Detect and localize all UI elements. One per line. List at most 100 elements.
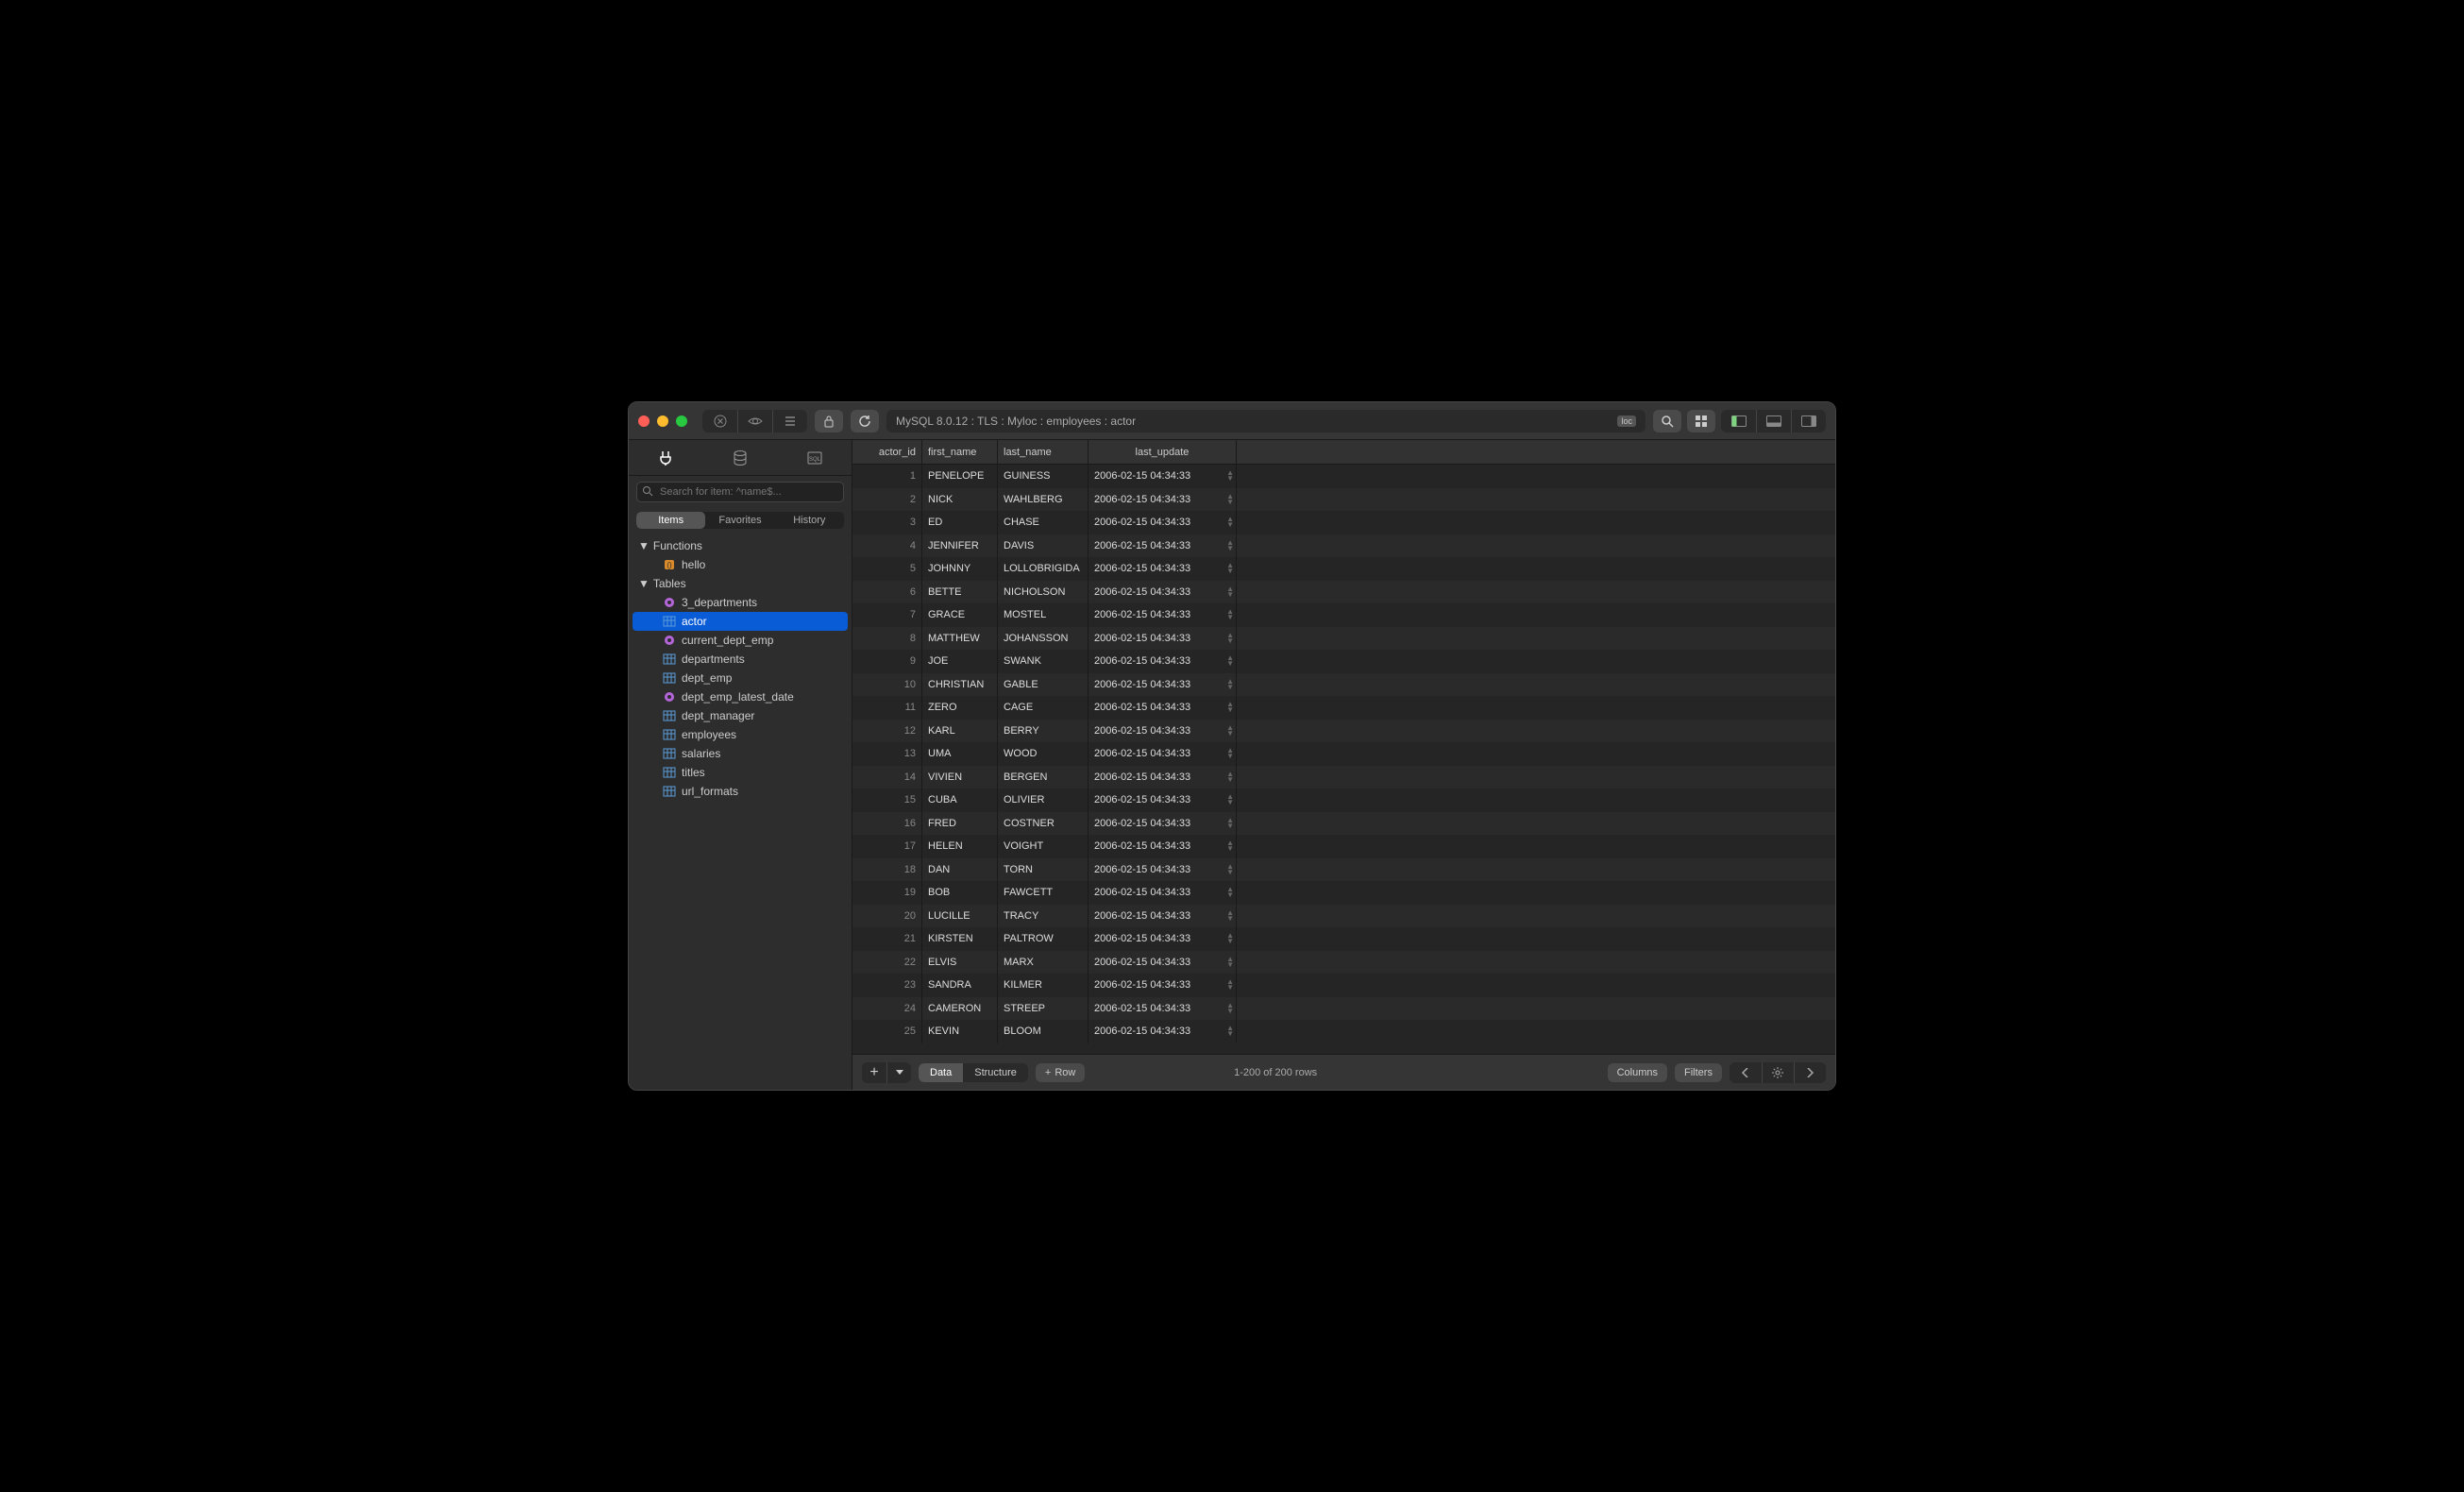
table-row[interactable]: 16FREDCOSTNER2006-02-15 04:34:33▲▼	[852, 812, 1835, 836]
table-row[interactable]: 5JOHNNYLOLLOBRIGIDA2006-02-15 04:34:33▲▼	[852, 557, 1835, 581]
cell-first-name[interactable]: KIRSTEN	[922, 927, 998, 951]
table-row[interactable]: 23SANDRAKILMER2006-02-15 04:34:33▲▼	[852, 974, 1835, 997]
stepper-icon[interactable]: ▲▼	[1226, 725, 1234, 737]
cell-last-update[interactable]: 2006-02-15 04:34:33▲▼	[1089, 650, 1237, 673]
filters-button[interactable]: Filters	[1675, 1063, 1722, 1082]
cell-first-name[interactable]: HELEN	[922, 835, 998, 858]
cell-last-name[interactable]: MOSTEL	[998, 603, 1089, 627]
cell-last-update[interactable]: 2006-02-15 04:34:33▲▼	[1089, 465, 1237, 488]
add-button[interactable]: +	[862, 1062, 886, 1083]
cell-last-update[interactable]: 2006-02-15 04:34:33▲▼	[1089, 858, 1237, 882]
cell-id[interactable]: 21	[852, 927, 922, 951]
stepper-icon[interactable]: ▲▼	[1226, 494, 1234, 505]
cell-last-name[interactable]: BERRY	[998, 720, 1089, 743]
stepper-icon[interactable]: ▲▼	[1226, 933, 1234, 944]
tree-item-url_formats[interactable]: url_formats	[633, 782, 848, 801]
refresh-button[interactable]	[851, 410, 879, 432]
cell-id[interactable]: 15	[852, 788, 922, 812]
cell-last-update[interactable]: 2006-02-15 04:34:33▲▼	[1089, 627, 1237, 651]
panel-bottom-button[interactable]	[1756, 410, 1791, 432]
tree-item-actor[interactable]: actor	[633, 612, 848, 631]
cell-id[interactable]: 22	[852, 951, 922, 975]
stepper-icon[interactable]: ▲▼	[1226, 771, 1234, 783]
tree-item-titles[interactable]: titles	[633, 763, 848, 782]
table-row[interactable]: 12KARLBERRY2006-02-15 04:34:33▲▼	[852, 720, 1835, 743]
cell-id[interactable]: 14	[852, 766, 922, 789]
cell-last-name[interactable]: VOIGHT	[998, 835, 1089, 858]
table-row[interactable]: 3EDCHASE2006-02-15 04:34:33▲▼	[852, 511, 1835, 534]
cell-last-name[interactable]: NICHOLSON	[998, 581, 1089, 604]
cell-last-name[interactable]: DAVIS	[998, 534, 1089, 558]
cell-last-update[interactable]: 2006-02-15 04:34:33▲▼	[1089, 603, 1237, 627]
cell-id[interactable]: 19	[852, 881, 922, 905]
cell-last-update[interactable]: 2006-02-15 04:34:33▲▼	[1089, 534, 1237, 558]
cell-last-name[interactable]: STREEP	[998, 997, 1089, 1021]
grid-button[interactable]	[1687, 410, 1715, 432]
cell-first-name[interactable]: BOB	[922, 881, 998, 905]
tree-item-dept_emp_latest_date[interactable]: dept_emp_latest_date	[633, 687, 848, 706]
list-button[interactable]	[772, 410, 807, 432]
cell-last-name[interactable]: WOOD	[998, 742, 1089, 766]
cell-last-update[interactable]: 2006-02-15 04:34:33▲▼	[1089, 812, 1237, 836]
cell-last-name[interactable]: BLOOM	[998, 1020, 1089, 1043]
tree-item-salaries[interactable]: salaries	[633, 744, 848, 763]
cell-first-name[interactable]: CUBA	[922, 788, 998, 812]
tree-item-dept_emp[interactable]: dept_emp	[633, 669, 848, 687]
cell-first-name[interactable]: PENELOPE	[922, 465, 998, 488]
stepper-icon[interactable]: ▲▼	[1226, 887, 1234, 898]
cell-last-update[interactable]: 2006-02-15 04:34:33▲▼	[1089, 742, 1237, 766]
cell-id[interactable]: 23	[852, 974, 922, 997]
cell-last-name[interactable]: PALTROW	[998, 927, 1089, 951]
stepper-icon[interactable]: ▲▼	[1226, 679, 1234, 690]
cell-last-update[interactable]: 2006-02-15 04:34:33▲▼	[1089, 720, 1237, 743]
table-row[interactable]: 8MATTHEWJOHANSSON2006-02-15 04:34:33▲▼	[852, 627, 1835, 651]
search-input[interactable]	[636, 482, 844, 502]
cell-last-update[interactable]: 2006-02-15 04:34:33▲▼	[1089, 881, 1237, 905]
cell-last-update[interactable]: 2006-02-15 04:34:33▲▼	[1089, 581, 1237, 604]
cell-last-name[interactable]: MARX	[998, 951, 1089, 975]
cell-last-name[interactable]: BERGEN	[998, 766, 1089, 789]
cell-id[interactable]: 16	[852, 812, 922, 836]
cell-last-name[interactable]: KILMER	[998, 974, 1089, 997]
cell-first-name[interactable]: ED	[922, 511, 998, 534]
panel-right-button[interactable]	[1791, 410, 1826, 432]
cell-id[interactable]: 13	[852, 742, 922, 766]
cell-first-name[interactable]: UMA	[922, 742, 998, 766]
cell-id[interactable]: 6	[852, 581, 922, 604]
table-row[interactable]: 21KIRSTENPALTROW2006-02-15 04:34:33▲▼	[852, 927, 1835, 951]
cell-last-update[interactable]: 2006-02-15 04:34:33▲▼	[1089, 673, 1237, 697]
cell-first-name[interactable]: KEVIN	[922, 1020, 998, 1043]
cell-last-update[interactable]: 2006-02-15 04:34:33▲▼	[1089, 1020, 1237, 1043]
stepper-icon[interactable]: ▲▼	[1226, 540, 1234, 551]
stepper-icon[interactable]: ▲▼	[1226, 818, 1234, 829]
cell-first-name[interactable]: SANDRA	[922, 974, 998, 997]
stepper-icon[interactable]: ▲▼	[1226, 586, 1234, 598]
cell-first-name[interactable]: GRACE	[922, 603, 998, 627]
stepper-icon[interactable]: ▲▼	[1226, 470, 1234, 482]
cell-last-name[interactable]: WAHLBERG	[998, 488, 1089, 512]
cell-last-update[interactable]: 2006-02-15 04:34:33▲▼	[1089, 766, 1237, 789]
table-row[interactable]: 18DANTORN2006-02-15 04:34:33▲▼	[852, 858, 1835, 882]
cell-first-name[interactable]: DAN	[922, 858, 998, 882]
tab-sql-icon[interactable]: SQL	[806, 449, 823, 466]
filter-favorites[interactable]: Favorites	[705, 512, 774, 529]
columns-button[interactable]: Columns	[1608, 1063, 1667, 1082]
cell-last-update[interactable]: 2006-02-15 04:34:33▲▼	[1089, 927, 1237, 951]
stepper-icon[interactable]: ▲▼	[1226, 517, 1234, 528]
search-button[interactable]	[1653, 410, 1681, 432]
page-settings-button[interactable]	[1762, 1062, 1794, 1083]
lock-button[interactable]	[815, 410, 843, 432]
cell-id[interactable]: 18	[852, 858, 922, 882]
cell-id[interactable]: 9	[852, 650, 922, 673]
th-last-update[interactable]: last_update	[1089, 440, 1237, 464]
stepper-icon[interactable]: ▲▼	[1226, 840, 1234, 852]
table-body[interactable]: 1PENELOPEGUINESS2006-02-15 04:34:33▲▼2NI…	[852, 465, 1835, 1054]
view-data-button[interactable]: Data	[919, 1063, 963, 1082]
cell-last-name[interactable]: JOHANSSON	[998, 627, 1089, 651]
table-row[interactable]: 6BETTENICHOLSON2006-02-15 04:34:33▲▼	[852, 581, 1835, 604]
table-row[interactable]: 19BOBFAWCETT2006-02-15 04:34:33▲▼	[852, 881, 1835, 905]
cell-last-update[interactable]: 2006-02-15 04:34:33▲▼	[1089, 788, 1237, 812]
table-row[interactable]: 24CAMERONSTREEP2006-02-15 04:34:33▲▼	[852, 997, 1835, 1021]
cell-first-name[interactable]: JOHNNY	[922, 557, 998, 581]
cell-id[interactable]: 3	[852, 511, 922, 534]
